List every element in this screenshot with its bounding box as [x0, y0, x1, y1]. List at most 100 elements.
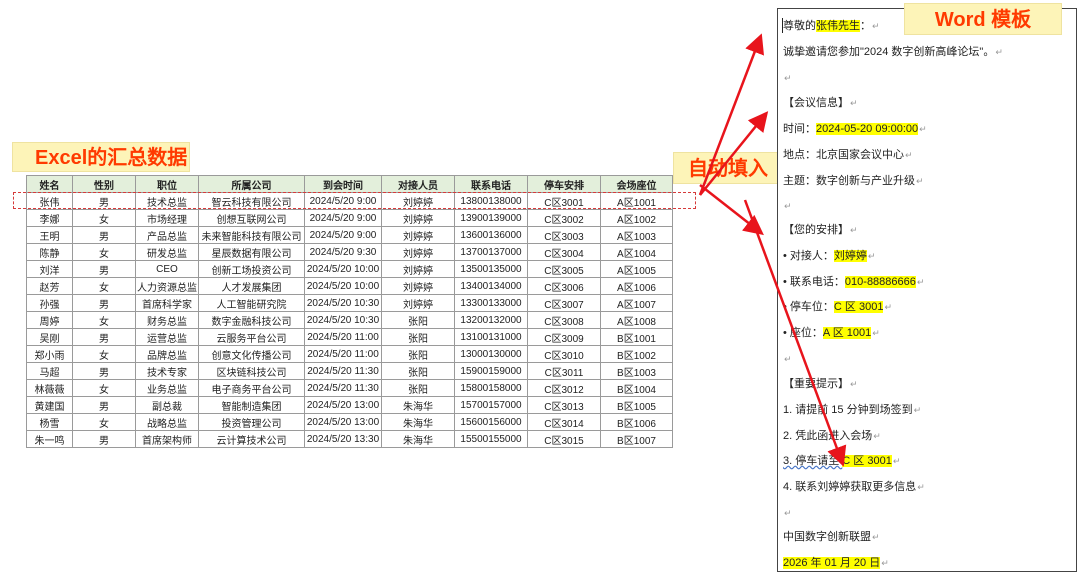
paragraph-mark: ↵	[884, 302, 892, 312]
paragraph-mark: ↵	[867, 251, 876, 261]
paragraph-mark: ↵	[872, 532, 880, 542]
table-cell: C区3005	[527, 260, 601, 278]
notice-parking-field: C 区 3001	[842, 455, 892, 467]
table-cell: 男	[72, 328, 136, 346]
phone-label: • 联系电话：	[783, 276, 845, 288]
table-cell: C区3004	[527, 243, 601, 261]
paragraph-mark: ↵	[850, 225, 858, 235]
table-cell: 15800158000	[454, 379, 528, 397]
table-cell: 女	[72, 379, 136, 397]
paragraph-mark: ↵	[916, 176, 924, 186]
table-cell: 吴刚	[26, 328, 73, 346]
notice-1-line: 1. 请提前 15 分钟到场签到↵	[783, 402, 921, 418]
seat-line: • 座位：A 区 1001↵	[783, 325, 880, 341]
table-cell: 13600136000	[454, 226, 528, 244]
table-cell: 13900139000	[454, 209, 528, 227]
notice-header: 【重要提示】↵	[783, 376, 858, 392]
paragraph-mark: ↵	[784, 508, 792, 518]
table-cell: A区1005	[600, 260, 673, 278]
time-label: 时间：	[783, 123, 816, 135]
table-row: 朱一鸣男首席架构师 云计算技术公司 2024/5/20 13:30 朱海华 155001…	[26, 430, 673, 448]
table-cell: 2024/5/20 13:00	[304, 413, 382, 431]
table-cell: 2024/5/20 11:00	[304, 328, 382, 346]
table-cell: 区块链科技公司	[198, 362, 305, 380]
table-cell: 陈静	[26, 243, 73, 261]
table-cell: CEO	[135, 260, 199, 278]
invite-text: 诚挚邀请您参加"2024 数字创新高峰论坛"。	[783, 46, 995, 58]
table-cell: 李娜	[26, 209, 73, 227]
arrange-header: 【您的安排】↵	[783, 222, 858, 238]
table-cell: 2024/5/20 9:30	[304, 243, 382, 261]
org-text: 中国数字创新联盟	[783, 531, 871, 543]
table-row: 李娜女市场经理 创想互联网公司 2024/5/20 9:00 刘婷婷 139001390…	[26, 209, 673, 227]
paragraph-mark: ↵	[913, 405, 922, 415]
table-cell: 张阳	[381, 362, 455, 380]
paragraph-mark: ↵	[892, 456, 901, 466]
selected-row-outline	[13, 192, 696, 209]
table-cell: 刘婷婷	[381, 243, 455, 261]
table-cell: C区3015	[527, 430, 601, 448]
table-cell: 首席架构师	[135, 430, 199, 448]
table-cell: 孙强	[26, 294, 73, 312]
topic-line: 主题：数字创新与产业升级↵	[783, 173, 924, 189]
table-cell: 13000130000	[454, 345, 528, 363]
paragraph-mark: ↵	[919, 124, 927, 134]
table-cell: C区3003	[527, 226, 601, 244]
table-cell: 朱海华	[381, 430, 455, 448]
meeting-header-text: 【会议信息】	[783, 97, 849, 109]
table-cell: 云计算技术公司	[198, 430, 305, 448]
notice-4-line: 4. 联系刘婷婷获取更多信息↵	[783, 479, 925, 495]
paragraph-mark: ↵	[917, 482, 925, 492]
paragraph-mark: ↵	[784, 73, 792, 83]
table-cell: 未来智能科技有限公司	[198, 226, 305, 244]
table-cell: 2024/5/20 10:30	[304, 311, 382, 329]
table-cell: 朱海华	[381, 413, 455, 431]
table-cell: 业务总监	[135, 379, 199, 397]
greeting-name-field: 张伟先生	[816, 20, 860, 32]
auto-fill-label: 自动填入	[673, 152, 783, 184]
invite-line: 诚挚邀请您参加"2024 数字创新高峰论坛"。↵	[783, 44, 1003, 60]
paragraph-mark: ↵	[784, 201, 792, 211]
table-cell: A区1007	[600, 294, 673, 312]
notice-2-line: 2. 凭此函进入会场↵	[783, 428, 881, 444]
table-cell: 朱海华	[381, 396, 455, 414]
paragraph-mark: ↵	[850, 98, 858, 108]
table-cell: C区3012	[527, 379, 601, 397]
table-cell: 女	[72, 277, 136, 295]
meeting-header: 【会议信息】↵	[783, 95, 858, 111]
table-cell: 黄建国	[26, 396, 73, 414]
table-cell: 张阳	[381, 328, 455, 346]
column-header: 职位	[135, 175, 199, 193]
table-cell: 男	[72, 396, 136, 414]
table-cell: 15900159000	[454, 362, 528, 380]
table-cell: 男	[72, 226, 136, 244]
arrow-to-arrangement-icon	[699, 184, 764, 236]
table-cell: C区3002	[527, 209, 601, 227]
table-cell: 人力资源总监	[135, 277, 199, 295]
column-header: 到会时间	[304, 175, 382, 193]
table-cell: 2024/5/20 11:30	[304, 362, 382, 380]
table-cell: 女	[72, 209, 136, 227]
table-cell: 张阳	[381, 345, 455, 363]
table-cell: 刘婷婷	[381, 209, 455, 227]
table-cell: 星辰数据有限公司	[198, 243, 305, 261]
table-cell: 刘婷婷	[381, 294, 455, 312]
table-cell: B区1002	[600, 345, 673, 363]
table-cell: 刘婷婷	[381, 277, 455, 295]
column-header: 所属公司	[198, 175, 305, 193]
paragraph-mark: ↵	[873, 431, 881, 441]
table-cell: 2024/5/20 9:00	[304, 226, 382, 244]
table-cell: 创想互联网公司	[198, 209, 305, 227]
table-cell: 郑小雨	[26, 345, 73, 363]
table-cell: B区1007	[600, 430, 673, 448]
column-header: 姓名	[26, 175, 73, 193]
table-cell: 男	[72, 430, 136, 448]
table-cell: A区1004	[600, 243, 673, 261]
table-cell: 投资管理公司	[198, 413, 305, 431]
greeting-prefix: 尊敬的	[783, 20, 816, 32]
table-cell: 张阳	[381, 379, 455, 397]
table-cell: C区3009	[527, 328, 601, 346]
seat-label: • 座位：	[783, 327, 823, 339]
table-cell: 人才发展集团	[198, 277, 305, 295]
table-cell: 13100131000	[454, 328, 528, 346]
